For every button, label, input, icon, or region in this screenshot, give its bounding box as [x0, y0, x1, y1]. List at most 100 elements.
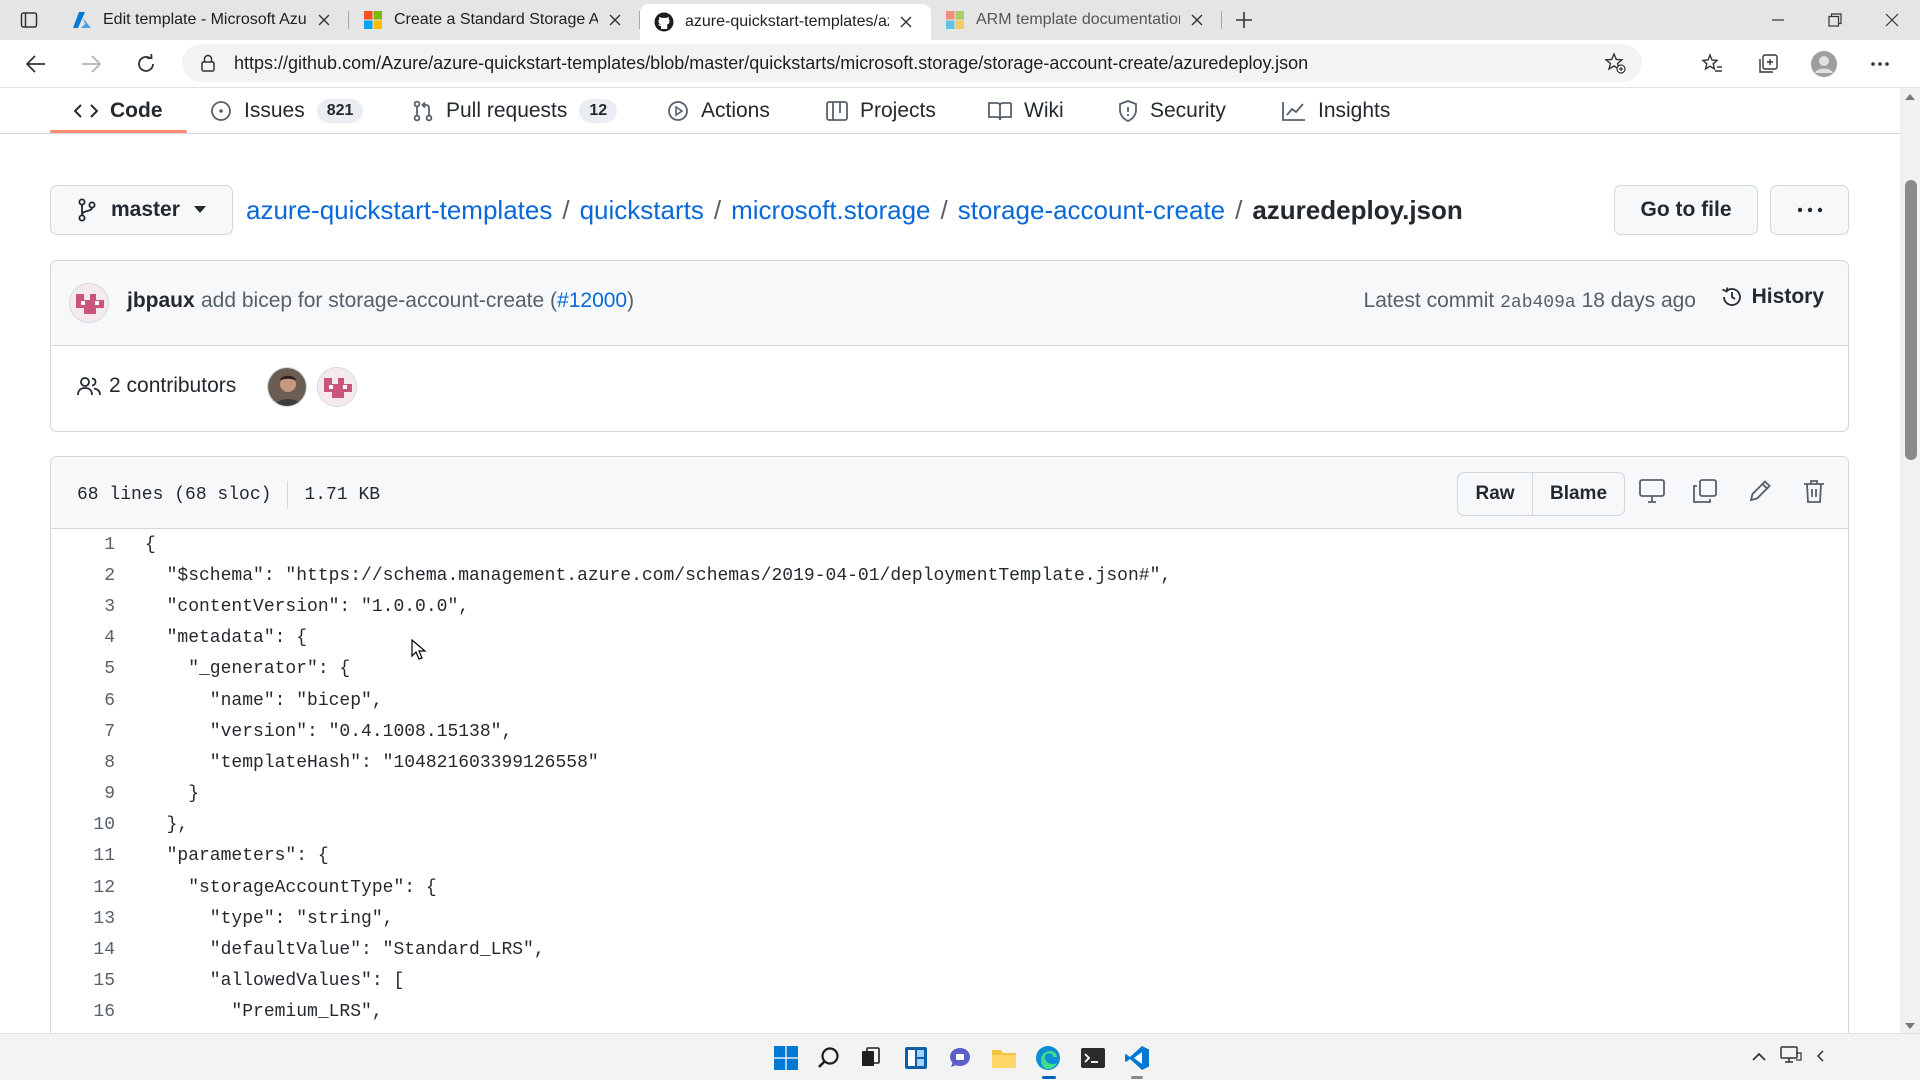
line-number[interactable]: 10	[51, 815, 115, 835]
breadcrumb-folder-link[interactable]: storage-account-create	[958, 195, 1225, 226]
commit-sha-link[interactable]: 2ab409a	[1500, 293, 1576, 313]
pull-request-link[interactable]: #12000	[557, 289, 627, 312]
tab-security[interactable]: Security	[1118, 88, 1226, 134]
close-window-button[interactable]	[1863, 0, 1920, 40]
browser-tab[interactable]: ARM template documentation |	[931, 0, 1222, 40]
restore-button[interactable]	[1806, 0, 1863, 40]
book-icon	[988, 101, 1012, 121]
breadcrumb-separator: /	[1235, 194, 1243, 225]
more-options-button[interactable]	[1770, 185, 1849, 235]
tab-code[interactable]: Code	[74, 88, 163, 134]
tab-insights[interactable]: Insights	[1282, 88, 1390, 134]
tab-wiki[interactable]: Wiki	[988, 88, 1064, 134]
widgets-icon[interactable]	[900, 1042, 932, 1074]
line-number[interactable]: 1	[51, 535, 115, 555]
line-number[interactable]: 6	[51, 691, 115, 711]
windows-start-icon[interactable]	[770, 1042, 802, 1074]
avatar[interactable]	[267, 367, 307, 407]
tab-close-icon[interactable]	[895, 11, 917, 33]
address-bar[interactable]: https://github.com/Azure/azure-quickstar…	[182, 44, 1642, 82]
code-line: 11 "parameters": {	[51, 841, 1848, 872]
tab-label: Security	[1150, 99, 1226, 122]
breadcrumb-repo-link[interactable]: azure-quickstart-templates	[246, 195, 552, 226]
code-view[interactable]: 1{ 2 "$schema": "https://schema.manageme…	[51, 529, 1848, 1028]
back-button[interactable]	[8, 42, 63, 86]
line-number[interactable]: 15	[51, 971, 115, 991]
open-app-indicator	[1131, 1076, 1143, 1079]
breadcrumb-folder-link[interactable]: microsoft.storage	[731, 195, 930, 226]
raw-button[interactable]: Raw	[1458, 473, 1532, 515]
settings-menu-button[interactable]	[1852, 42, 1908, 86]
line-number[interactable]: 7	[51, 722, 115, 742]
tab-projects[interactable]: Projects	[826, 88, 936, 134]
file-explorer-icon[interactable]	[988, 1042, 1020, 1074]
tab-close-icon[interactable]	[604, 9, 626, 31]
breadcrumb: azure-quickstart-templates / quickstarts…	[246, 193, 1463, 227]
copy-icon[interactable]	[1693, 479, 1717, 503]
chat-icon[interactable]	[944, 1042, 976, 1074]
line-number[interactable]: 11	[51, 846, 115, 866]
tab-label: Projects	[860, 99, 936, 122]
line-content: }	[145, 784, 200, 805]
edge-browser-icon[interactable]	[1032, 1042, 1064, 1074]
display-icon[interactable]	[1780, 1046, 1802, 1067]
line-number[interactable]: 5	[51, 659, 115, 679]
add-favorite-icon[interactable]	[1604, 52, 1626, 79]
vscode-icon[interactable]	[1121, 1042, 1153, 1074]
history-label: History	[1751, 285, 1824, 308]
trash-icon[interactable]	[1803, 479, 1825, 503]
browser-tab[interactable]: Create a Standard Storage Accou	[349, 0, 640, 40]
collections-button[interactable]	[1740, 42, 1796, 86]
search-icon[interactable]	[813, 1042, 845, 1074]
contributors-count: 2	[109, 374, 121, 397]
go-to-file-button[interactable]: Go to file	[1614, 185, 1758, 235]
avatar[interactable]	[317, 367, 357, 407]
code-line: 14 "defaultValue": "Standard_LRS",	[51, 934, 1848, 965]
contributors-link[interactable]: 2 contributors	[77, 374, 236, 398]
history-button[interactable]: History	[1720, 285, 1824, 309]
minimize-button[interactable]	[1749, 0, 1806, 40]
line-number[interactable]: 14	[51, 940, 115, 960]
line-number[interactable]: 2	[51, 566, 115, 586]
forward-button[interactable]	[63, 42, 118, 86]
refresh-button[interactable]	[118, 42, 173, 86]
avatar[interactable]	[69, 283, 109, 323]
line-number[interactable]: 8	[51, 753, 115, 773]
tab-close-icon[interactable]	[1186, 9, 1208, 31]
tab-actions[interactable]: Actions	[667, 88, 770, 134]
breadcrumb-folder-link[interactable]: quickstarts	[580, 195, 704, 226]
tab-issues[interactable]: Issues 821	[210, 88, 364, 134]
page-scrollbar[interactable]	[1900, 88, 1920, 1033]
task-view-icon[interactable]	[855, 1042, 887, 1074]
tab-actions-button[interactable]	[0, 0, 58, 40]
branch-selector-button[interactable]: master	[50, 185, 233, 235]
azure-icon	[72, 10, 92, 30]
tab-pull-requests[interactable]: Pull requests 12	[412, 88, 618, 134]
chevron-left-icon[interactable]	[1816, 1049, 1824, 1065]
commit-author-link[interactable]: jbpaux	[127, 289, 195, 313]
line-number[interactable]: 12	[51, 878, 115, 898]
pencil-icon[interactable]	[1748, 479, 1772, 503]
browser-tab[interactable]: Edit template - Microsoft Azure	[58, 0, 349, 40]
commit-message[interactable]: add bicep for storage-account-create (#1…	[201, 289, 634, 313]
line-number[interactable]: 13	[51, 909, 115, 929]
favorites-button[interactable]	[1684, 42, 1740, 86]
repo-navigation: Code Issues 821 Pull requests 12 Actions…	[0, 88, 1900, 134]
breadcrumb-file-name: azuredeploy.json	[1252, 194, 1463, 225]
new-tab-button[interactable]	[1222, 0, 1266, 40]
history-icon	[1720, 285, 1744, 309]
line-number[interactable]: 16	[51, 1002, 115, 1022]
chevron-up-icon[interactable]	[1752, 1049, 1766, 1065]
terminal-icon[interactable]	[1077, 1042, 1109, 1074]
line-number[interactable]: 4	[51, 628, 115, 648]
line-number[interactable]: 3	[51, 597, 115, 617]
profile-button[interactable]	[1796, 42, 1852, 86]
scroll-up-arrow-icon[interactable]	[1905, 94, 1915, 100]
tab-close-icon[interactable]	[313, 9, 335, 31]
line-number[interactable]: 9	[51, 784, 115, 804]
scrollbar-thumb[interactable]	[1905, 180, 1917, 460]
browser-tab-active[interactable]: azure-quickstart-templates/azur	[640, 4, 931, 40]
blame-button[interactable]: Blame	[1532, 473, 1624, 515]
desktop-icon[interactable]	[1639, 479, 1665, 503]
scroll-down-arrow-icon[interactable]	[1905, 1023, 1915, 1029]
